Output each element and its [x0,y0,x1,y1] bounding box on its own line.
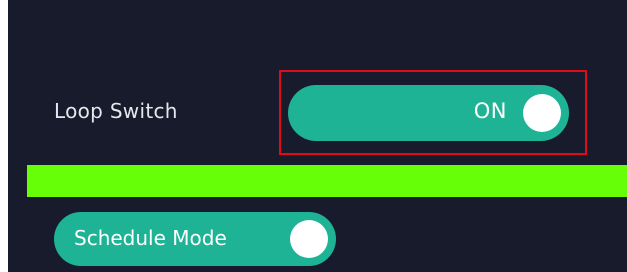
toggle-knob-icon [290,220,328,258]
green-divider-bar [27,165,627,197]
schedule-mode-toggle[interactable]: Schedule Mode [54,212,336,266]
loop-switch-toggle[interactable]: ON [288,85,569,141]
loop-switch-state-text: ON [473,99,507,123]
schedule-mode-label: Schedule Mode [74,226,227,250]
toggle-knob-icon [523,94,561,132]
loop-switch-label: Loop Switch [54,99,178,123]
